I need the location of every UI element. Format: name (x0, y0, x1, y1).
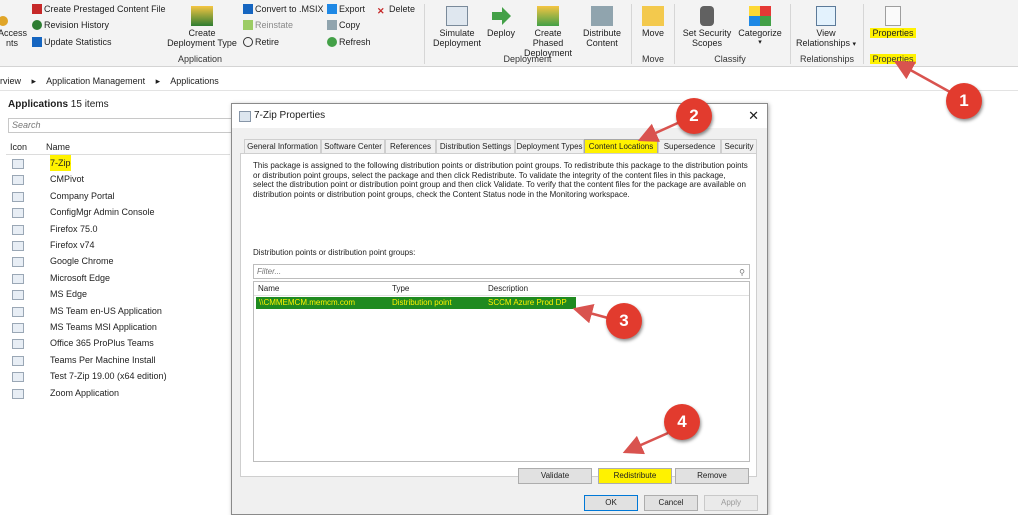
callout-arrow-1 (893, 60, 951, 94)
callout-badge-1: 1 (946, 83, 982, 119)
callout-badge-4: 4 (664, 404, 700, 440)
callout-arrow-2 (637, 120, 681, 142)
callout-badge-2: 2 (676, 98, 712, 134)
callout-badge-3: 3 (606, 303, 642, 339)
callout-arrow-4 (622, 431, 669, 455)
callout-arrow-3 (572, 303, 609, 324)
callout-arrows (572, 60, 951, 455)
